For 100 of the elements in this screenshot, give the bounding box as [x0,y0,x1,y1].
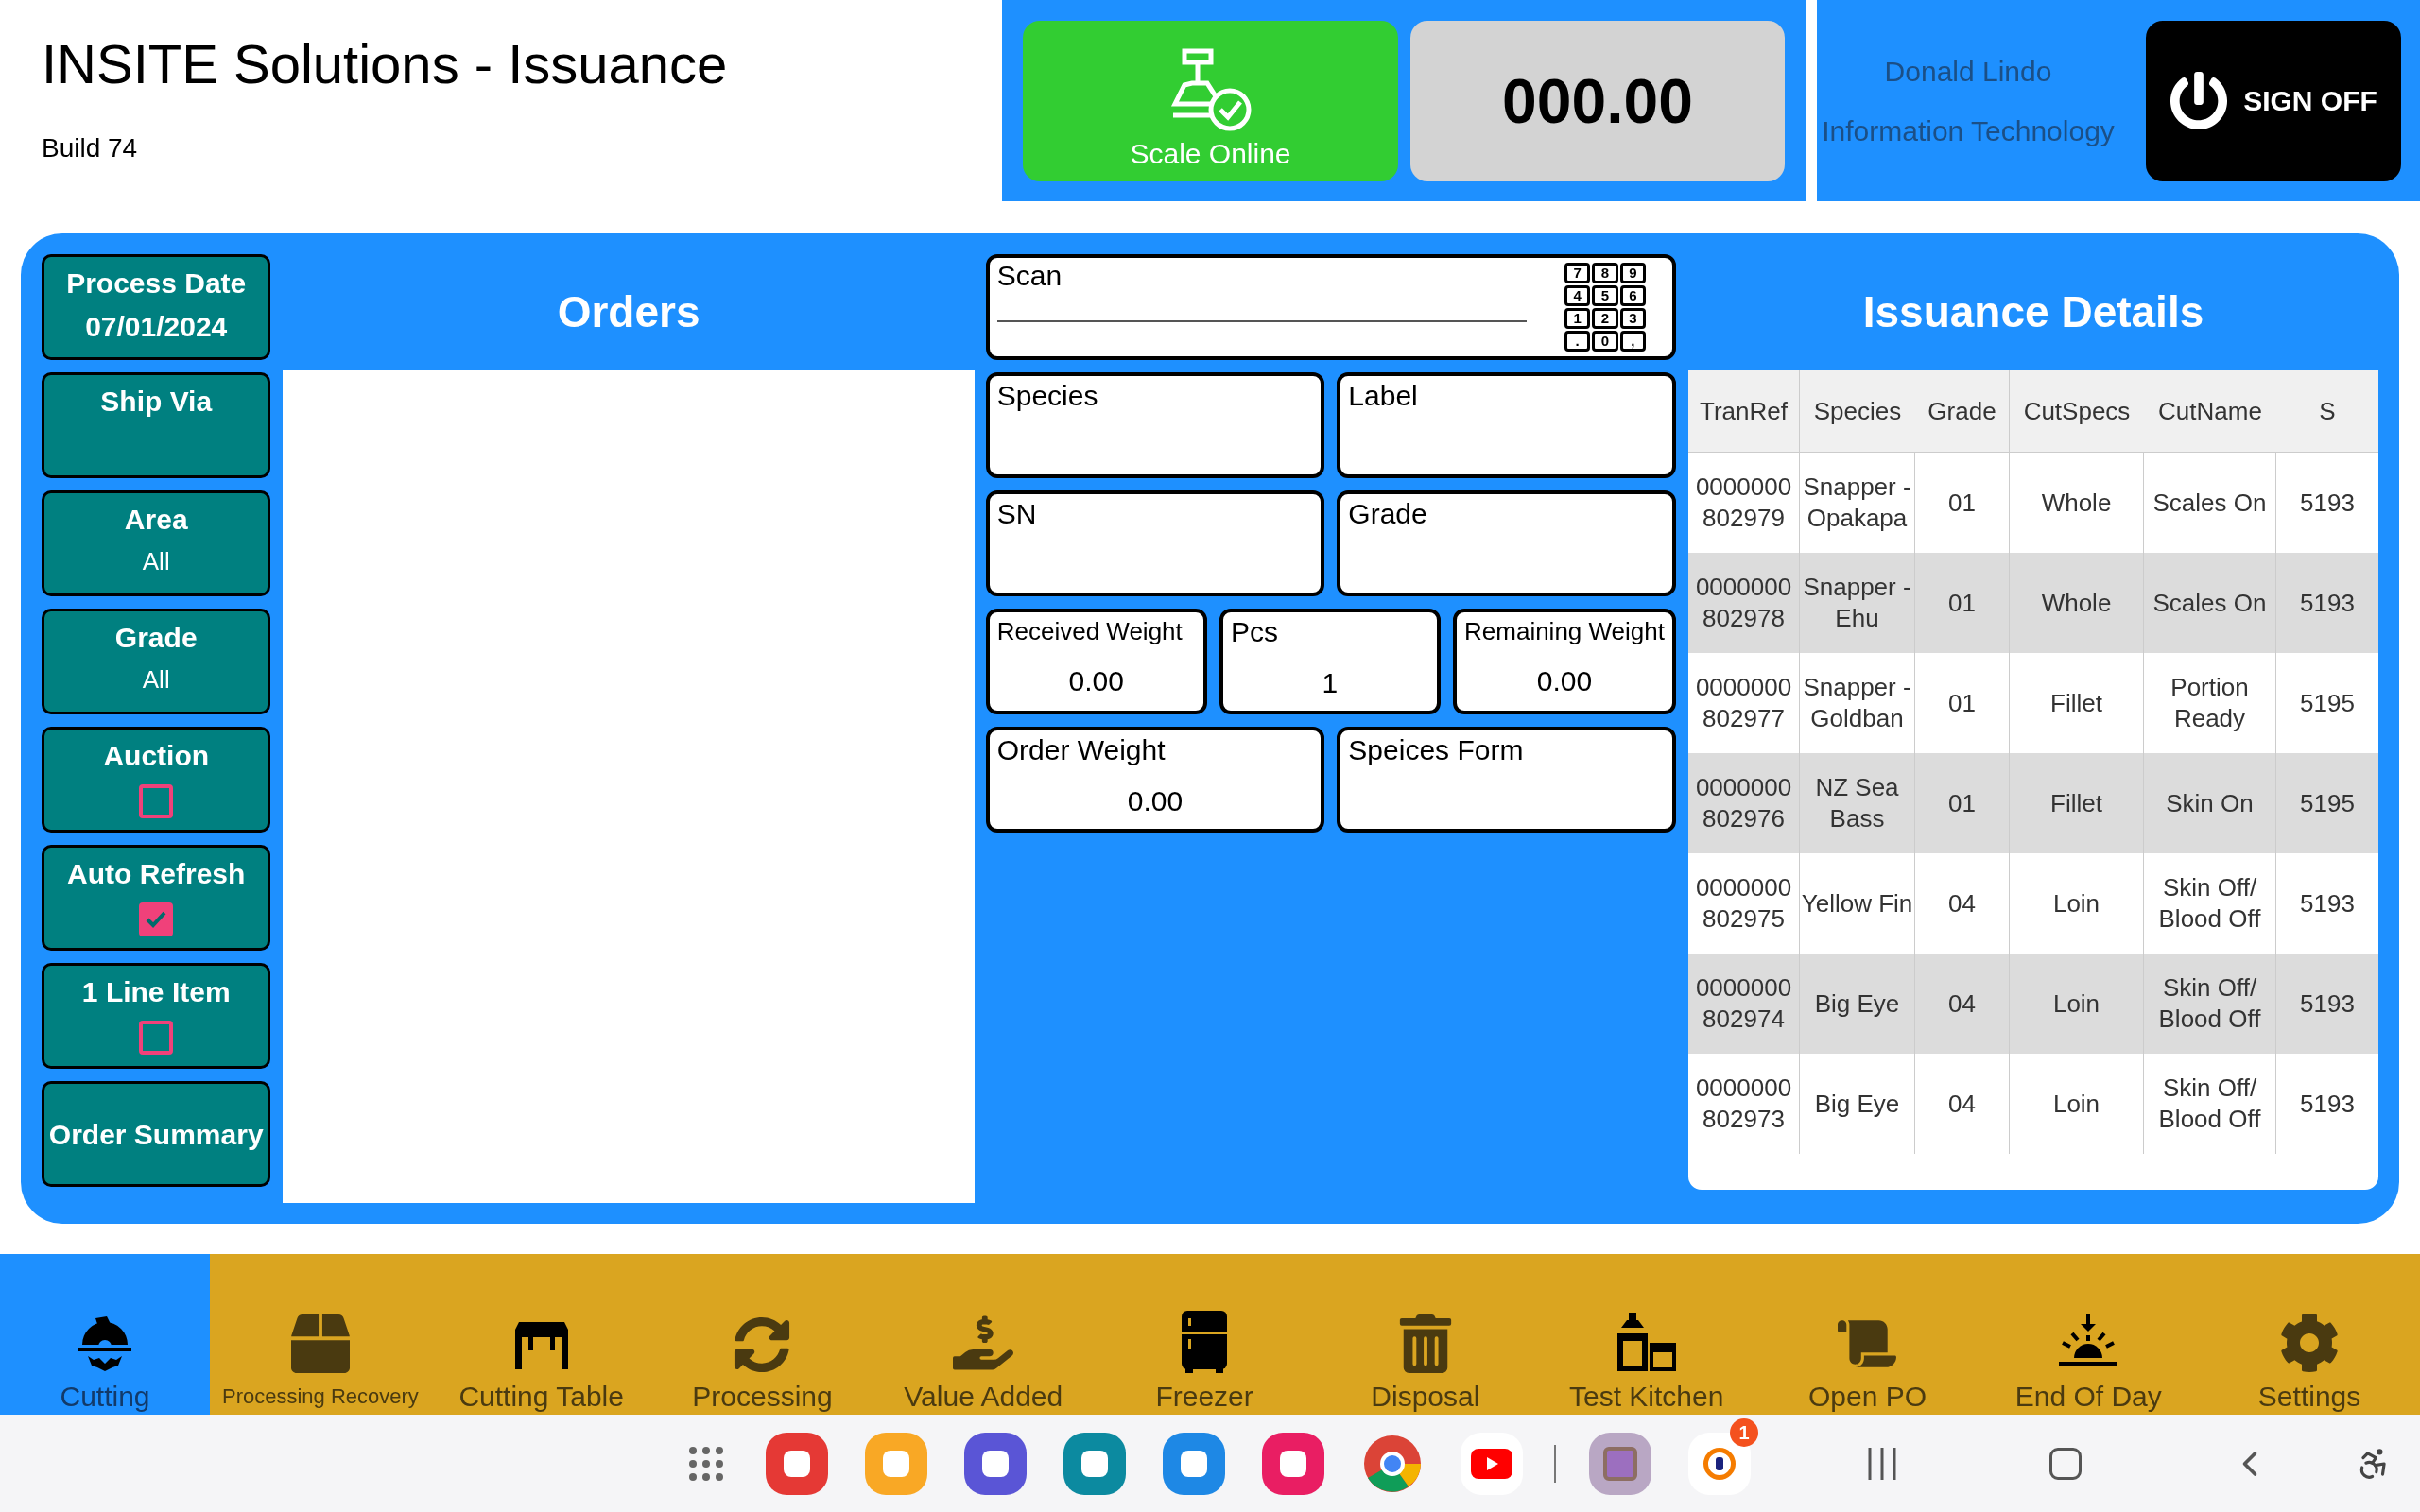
option-toggle[interactable]: Auto Refresh [42,845,271,951]
field-label: Received Weight [996,616,1183,647]
column-header[interactable]: CutSpecs [2010,370,2144,452]
field-value: 0.00 [1536,664,1593,698]
scan-field[interactable]: Scan 7 8 9 4 5 6 1 2 3 . 0 , [985,254,1676,360]
app-title: INSITE Solutions - Issuance [42,32,728,96]
video-app-icon[interactable] [1461,1432,1523,1495]
option-toggle[interactable]: 1 Line Item [42,963,271,1069]
field-label: Scan [996,259,1063,293]
keypad-key: 3 [1619,308,1646,329]
module-tab[interactable]: Open PO [1756,1254,1979,1415]
module-tab[interactable]: Value Added [873,1254,1095,1415]
keypad-key: 5 [1592,285,1618,306]
table-cell-text: 5193 [2299,887,2356,919]
app-icon[interactable] [964,1432,1027,1495]
checkbox[interactable] [139,784,174,818]
module-tab[interactable]: Freezer [1094,1254,1315,1415]
field-label: Speices Form [1348,733,1524,767]
filter-button[interactable]: Grade All [42,609,271,714]
input-field[interactable]: Pcs 1 [1219,609,1442,714]
recent-apps-icon[interactable] [1867,1447,1897,1480]
keypad-key: 1 [1564,308,1591,329]
keypad-button[interactable]: 7 8 9 4 5 6 1 2 3 . 0 , [1564,263,1646,352]
table-cell-text: 5195 [2299,687,2356,719]
input-field[interactable]: Remaining Weight 0.00 [1453,609,1676,714]
column-header[interactable]: Species [1800,370,1915,452]
home-icon[interactable] [2049,1447,2082,1480]
checkbox[interactable] [139,902,174,936]
field-label: Order Weight [996,733,1166,767]
input-field[interactable]: Received Weight 0.00 [985,609,1207,714]
keypad-key: 2 [1592,308,1618,329]
input-field[interactable]: Species [985,372,1325,478]
app-icon[interactable] [1163,1432,1225,1495]
keypad-key: 7 [1564,263,1591,284]
option-toggle[interactable]: Auction [42,727,271,833]
module-tab[interactable]: Cutting [0,1254,210,1415]
user-name: Donald Lindo [1884,54,2052,89]
input-field[interactable]: Speices Form [1337,727,1676,833]
module-tab[interactable]: Settings [2199,1254,2420,1415]
keypad-key: . [1564,331,1591,352]
column-header[interactable]: TranRef [1688,370,1800,452]
field-label: Remaining Weight [1464,616,1665,647]
input-field[interactable]: Label [1337,372,1676,478]
sign-off-button[interactable]: SIGN OFF [2146,20,2401,181]
table-cell-text: 5193 [2299,487,2356,519]
input-field[interactable]: Grade [1337,490,1676,596]
power-icon [2169,71,2229,130]
table-cell-text: 5193 [2299,988,2356,1020]
column-header[interactable]: CutName [2144,370,2276,452]
field-value: 0.00 [1068,664,1124,698]
keypad-key: 8 [1592,263,1618,284]
checkbox[interactable] [139,1021,174,1055]
order-summary-button[interactable]: Order Summary [42,1081,271,1187]
field-value: 0.00 [1127,784,1184,818]
keypad-key: , [1619,331,1646,352]
cycle-arrows-icon [734,1316,791,1373]
user-department: Information Technology [1822,113,2115,148]
keypad-key: 6 [1619,285,1646,306]
build-number: Build 74 [42,132,138,164]
app-icon[interactable] [1262,1432,1324,1495]
field-label: Species [996,379,1098,413]
box-icon [290,1314,350,1373]
field-value: 1 [1322,666,1339,700]
field-label: SN [996,497,1037,531]
app-grid-icon[interactable] [688,1445,724,1482]
module-tab[interactable]: Cutting Table [430,1254,652,1415]
kitchen-appliances-icon [1615,1311,1678,1373]
module-tab[interactable]: Test Kitchen [1535,1254,1757,1415]
filter-button[interactable]: Process Date 07/01/2024 [42,254,271,360]
keypad-key: 0 [1592,331,1618,352]
module-tab[interactable]: Processing [651,1254,873,1415]
table-cell-text: 5193 [2299,1088,2356,1120]
weight-display: 000.00 [1410,21,1785,181]
table-cell: 04 [1915,1054,2010,1154]
field-label: Label [1348,379,1418,413]
field-label: Grade [1348,497,1427,531]
table-cell-text: 5195 [2299,787,2356,819]
module-tab[interactable]: Disposal [1315,1254,1536,1415]
column-header[interactable]: Grade [1915,370,2010,452]
orders-title: Orders [557,285,700,338]
app-icon[interactable] [1589,1432,1651,1495]
table-cell: 0000000 802973 [1688,1054,1800,1154]
issuance-details-title: Issuance Details [1862,286,2204,338]
keypad-key: 4 [1564,285,1591,306]
keypad-key: 9 [1619,263,1646,284]
filter-button[interactable]: Ship Via [42,372,271,478]
table-cell: Loin [2010,1054,2144,1154]
filter-button[interactable]: Area All [42,490,271,596]
refrigerator-icon [1182,1311,1228,1373]
settings-icon [2279,1313,2341,1373]
module-tab[interactable]: End Of Day [1978,1254,2200,1415]
notification-badge: 1 [1730,1418,1758,1447]
table-cell-text: 5193 [2299,587,2356,619]
input-field[interactable]: Order Weight 0.00 [985,727,1325,833]
input-field[interactable]: SN [985,490,1325,596]
field-label: Pcs [1230,615,1278,649]
module-tab[interactable]: Processing Recovery [210,1254,431,1415]
app-icon[interactable] [1063,1432,1126,1495]
column-header[interactable]: S [2276,370,2378,452]
app-icon[interactable] [766,1432,828,1495]
